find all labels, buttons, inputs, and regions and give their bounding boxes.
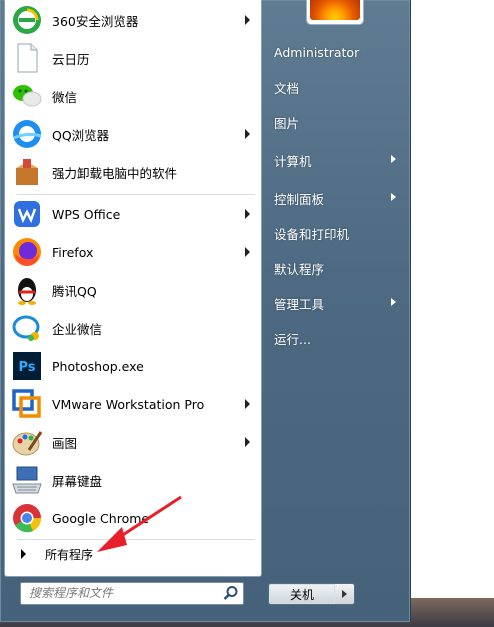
blank-file-icon xyxy=(11,42,43,74)
wps-icon xyxy=(11,198,43,230)
program-item-qq-browser[interactable]: QQ浏览器 xyxy=(11,116,259,152)
program-item-vmware[interactable]: VMware Workstation Pro xyxy=(11,386,259,422)
firefox-icon xyxy=(11,236,43,268)
program-item-calendar[interactable]: 云日历 xyxy=(11,40,259,76)
user-avatar[interactable] xyxy=(306,0,364,25)
right-item-documents[interactable]: 文档 xyxy=(268,73,404,101)
program-label: QQ浏览器 xyxy=(52,127,110,143)
programs-panel: 360安全浏览器 云日历 微信 QQ浏览器 强力卸载电脑中的软件 WPS Off… xyxy=(4,0,262,577)
program-item-wechat[interactable]: 微信 xyxy=(11,78,259,114)
program-label: 云日历 xyxy=(52,51,90,67)
program-label: Photoshop.exe xyxy=(52,358,144,374)
program-label: 腾讯QQ xyxy=(52,283,97,299)
submenu-arrow-icon xyxy=(245,437,250,447)
program-item-firefox[interactable]: Firefox xyxy=(11,234,259,270)
right-item-administrator[interactable]: Administrator xyxy=(268,38,404,66)
all-programs-separator xyxy=(17,539,255,540)
all-programs-button[interactable]: 所有程序 xyxy=(11,543,259,565)
paint-icon xyxy=(11,426,43,458)
program-item-onscreen-keyboard[interactable]: 屏幕键盘 xyxy=(11,462,259,498)
vmware-icon xyxy=(11,388,43,420)
right-item-label: 图片 xyxy=(274,115,300,131)
pinned-separator xyxy=(17,194,255,195)
search-area xyxy=(4,576,260,622)
keyboard-icon xyxy=(11,464,43,496)
wechat-icon xyxy=(11,80,43,112)
right-item-devices-printers[interactable]: 设备和打印机 xyxy=(268,219,404,247)
program-label: 画图 xyxy=(52,435,78,451)
wecom-icon xyxy=(11,312,43,344)
right-item-label: 计算机 xyxy=(274,153,312,169)
submenu-arrow-icon xyxy=(245,247,250,257)
photoshop-icon: Ps xyxy=(11,350,43,382)
right-item-pictures[interactable]: 图片 xyxy=(268,108,404,136)
360-browser-icon xyxy=(11,4,43,36)
shutdown-options-arrow-icon[interactable] xyxy=(335,583,355,605)
program-item-qq[interactable]: 腾讯QQ xyxy=(11,272,259,308)
program-label: 360安全浏览器 xyxy=(52,13,139,29)
submenu-arrow-icon xyxy=(391,193,396,201)
program-item-wecom[interactable]: 企业微信 xyxy=(11,310,259,346)
right-item-label: 文档 xyxy=(274,80,300,96)
all-programs-label: 所有程序 xyxy=(45,547,94,562)
chrome-icon xyxy=(11,502,43,534)
program-item-360-browser[interactable]: 360安全浏览器 xyxy=(11,2,259,38)
program-item-photoshop[interactable]: Ps Photoshop.exe xyxy=(11,348,259,384)
search-box[interactable] xyxy=(20,582,244,605)
right-item-label: 控制面板 xyxy=(274,191,325,207)
submenu-arrow-icon xyxy=(245,15,250,25)
submenu-arrow-icon xyxy=(391,298,396,306)
program-label: VMware Workstation Pro xyxy=(52,396,205,412)
expand-arrow-icon xyxy=(21,549,26,559)
search-input[interactable] xyxy=(29,584,219,602)
right-item-label: 默认程序 xyxy=(274,261,325,277)
submenu-arrow-icon xyxy=(245,399,250,409)
right-item-label: Administrator xyxy=(274,44,360,60)
submenu-arrow-icon xyxy=(245,129,250,139)
right-item-control-panel[interactable]: 控制面板 xyxy=(268,184,404,212)
program-label: Firefox xyxy=(52,244,94,260)
program-label: WPS Office xyxy=(52,206,121,222)
uninstall-box-icon xyxy=(11,156,43,188)
program-label: 企业微信 xyxy=(52,321,103,337)
right-item-run[interactable]: 运行... xyxy=(268,324,404,352)
right-item-label: 设备和打印机 xyxy=(274,226,350,242)
right-item-computer[interactable]: 计算机 xyxy=(268,146,404,174)
program-item-paint[interactable]: 画图 xyxy=(11,424,259,460)
program-label: 屏幕键盘 xyxy=(52,473,103,489)
qq-browser-icon xyxy=(11,118,43,150)
program-label: Google Chrome xyxy=(52,510,150,526)
shutdown-button[interactable]: 关机 xyxy=(268,583,336,605)
right-item-label: 运行... xyxy=(274,331,311,347)
start-menu: 360安全浏览器 云日历 微信 QQ浏览器 强力卸载电脑中的软件 WPS Off… xyxy=(0,0,411,622)
flower-picture xyxy=(310,0,360,20)
right-item-label: 管理工具 xyxy=(274,296,325,312)
program-item-uninstaller[interactable]: 强力卸载电脑中的软件 xyxy=(11,154,259,190)
qq-penguin-icon xyxy=(11,274,43,306)
program-label: 微信 xyxy=(52,89,78,105)
submenu-arrow-icon xyxy=(391,155,396,163)
program-item-wps[interactable]: WPS Office xyxy=(11,196,259,232)
right-item-default-programs[interactable]: 默认程序 xyxy=(268,254,404,282)
search-icon[interactable] xyxy=(223,585,239,601)
svg-text:Ps: Ps xyxy=(18,360,35,375)
right-item-admin-tools[interactable]: 管理工具 xyxy=(268,289,404,317)
submenu-arrow-icon xyxy=(245,209,250,219)
program-item-chrome[interactable]: Google Chrome xyxy=(11,500,259,536)
program-label: 强力卸载电脑中的软件 xyxy=(52,165,178,181)
